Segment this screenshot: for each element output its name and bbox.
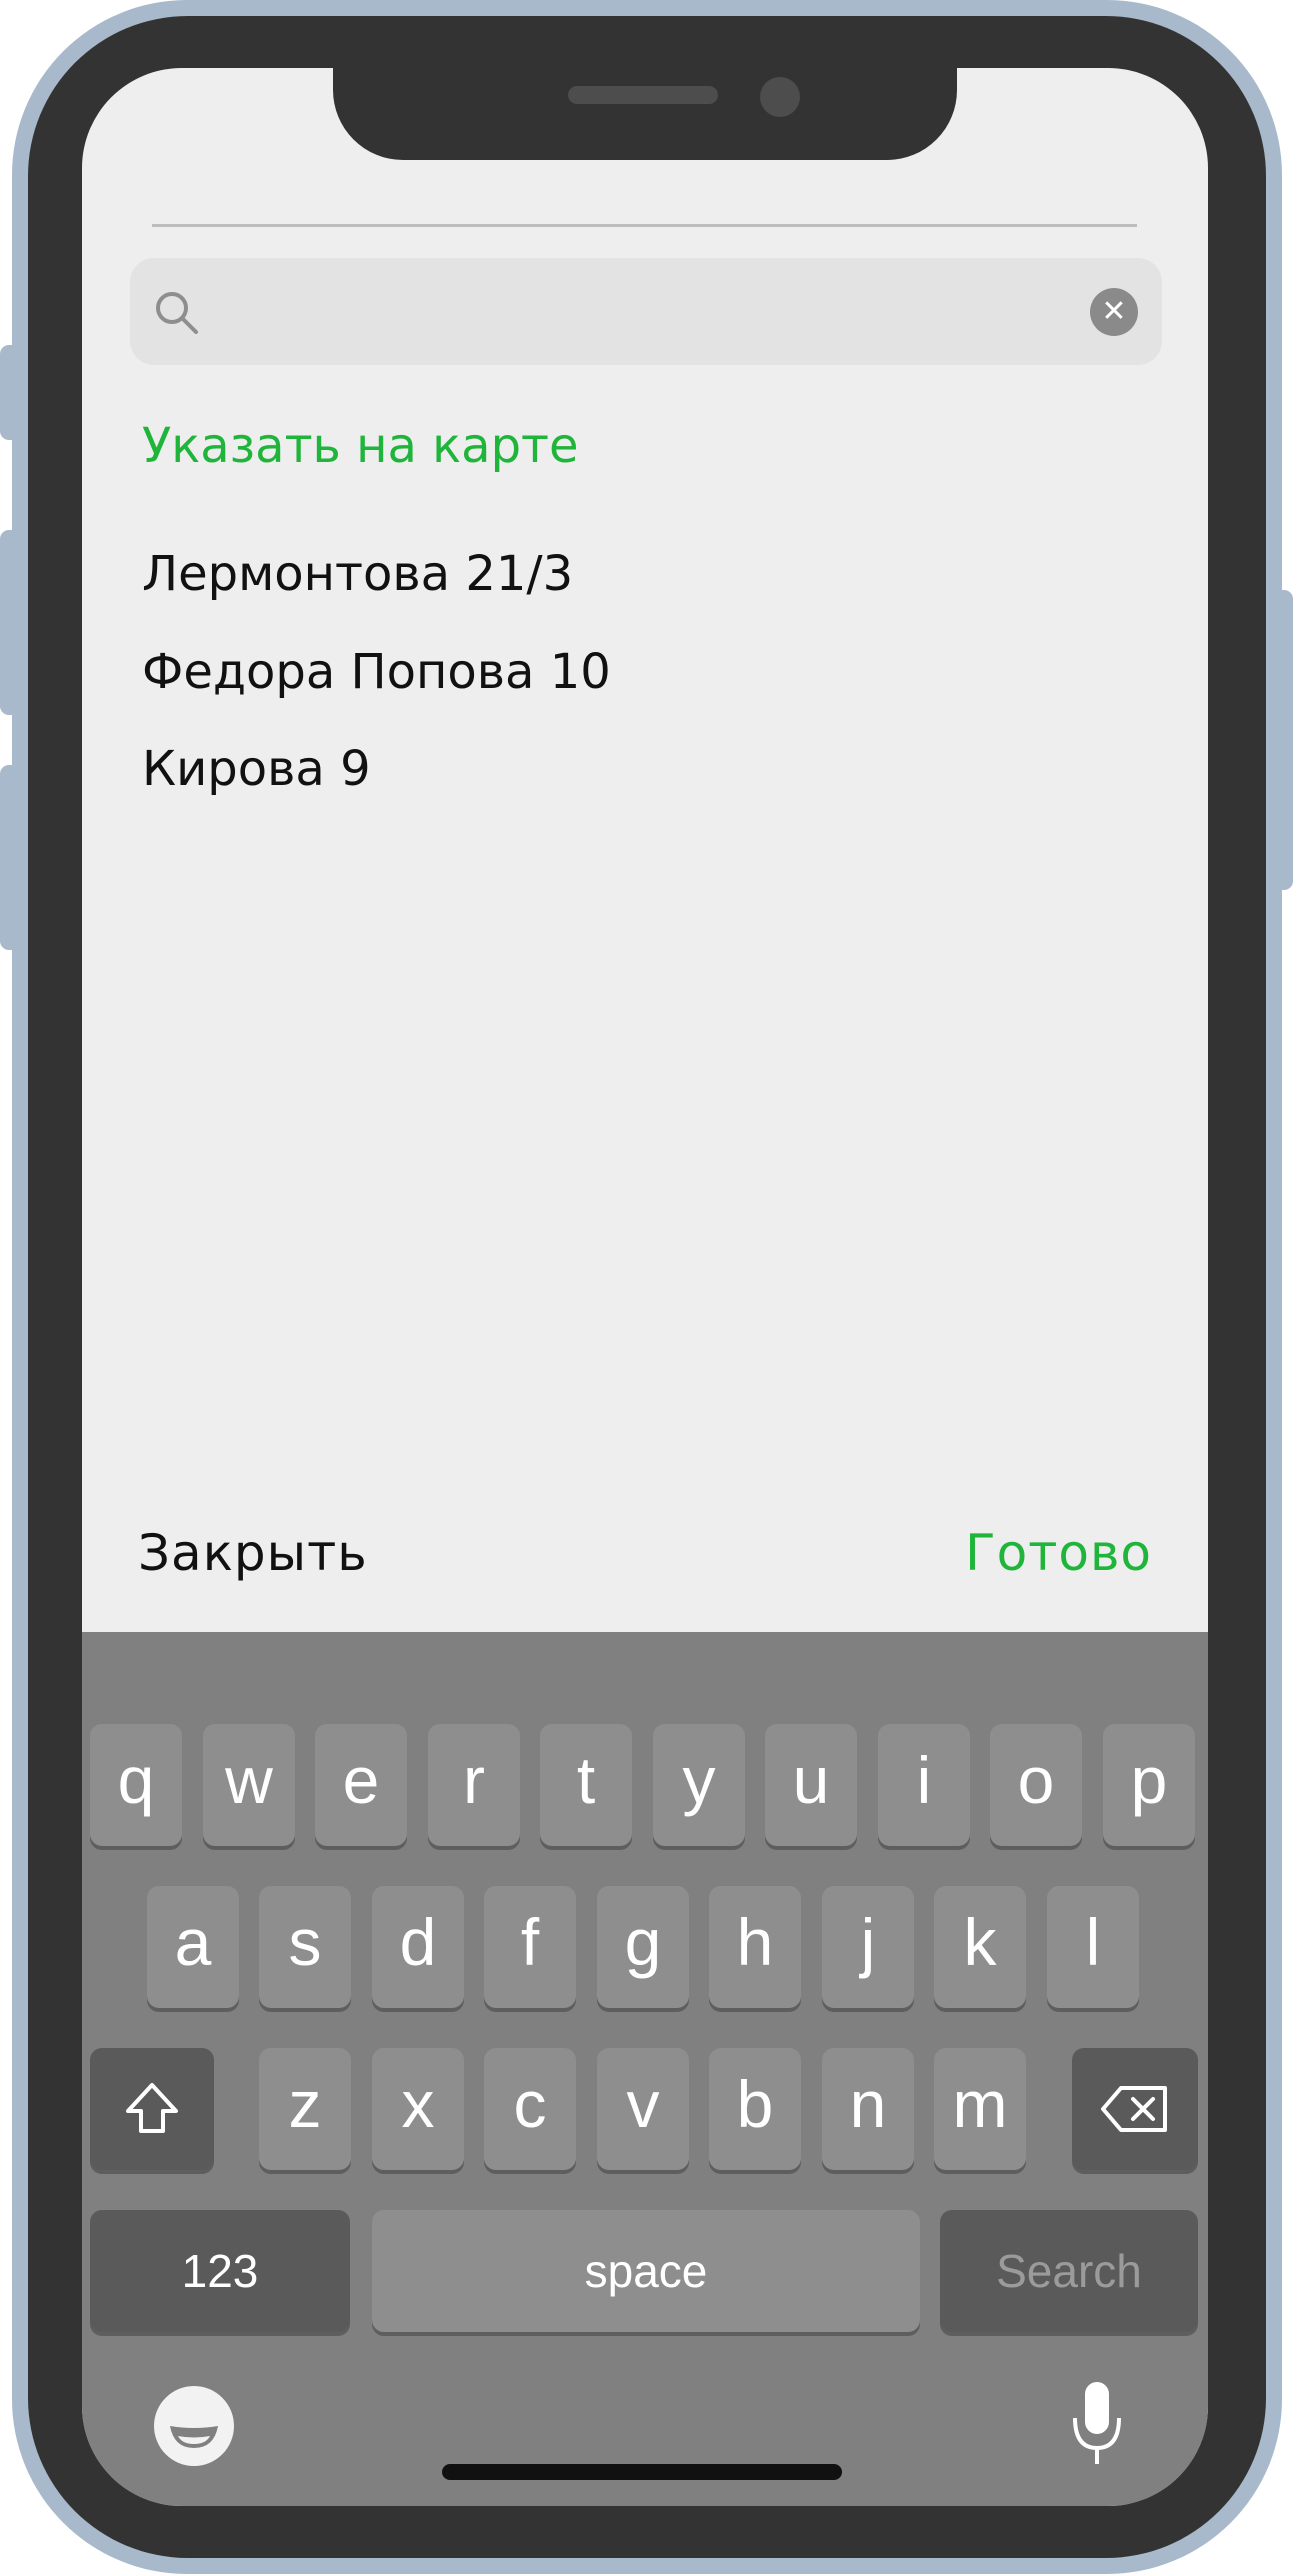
screen: ✕ Указать на карте Лермонтова 21/3 Федор…: [82, 68, 1208, 2506]
numbers-key[interactable]: 123: [90, 2210, 350, 2332]
key-d[interactable]: d: [372, 1886, 464, 2008]
shift-key[interactable]: [90, 2048, 214, 2170]
volume-up-button: [0, 530, 18, 715]
emoji-icon: [170, 2426, 218, 2448]
key-v[interactable]: v: [597, 2048, 689, 2170]
key-h[interactable]: h: [709, 1886, 801, 2008]
key-i[interactable]: i: [878, 1724, 970, 1846]
key-z[interactable]: z: [259, 2048, 351, 2170]
pick-on-map-link[interactable]: Указать на карте: [142, 418, 579, 474]
key-e[interactable]: e: [315, 1724, 407, 1846]
key-o[interactable]: o: [990, 1724, 1082, 1846]
notch: [333, 68, 957, 160]
volume-down-button: [0, 765, 18, 950]
key-y[interactable]: y: [653, 1724, 745, 1846]
mute-switch: [0, 345, 18, 440]
microphone-icon[interactable]: [1067, 2378, 1127, 2470]
search-key[interactable]: Search: [940, 2210, 1198, 2332]
address-item[interactable]: Кирова 9: [142, 741, 371, 797]
key-x[interactable]: x: [372, 2048, 464, 2170]
clear-icon[interactable]: ✕: [1090, 288, 1138, 336]
key-a[interactable]: a: [147, 1886, 239, 2008]
key-j[interactable]: j: [822, 1886, 914, 2008]
key-f[interactable]: f: [484, 1886, 576, 2008]
keyboard: q w e r t y u i o p a s d f g h j k l z …: [82, 1632, 1208, 2506]
top-divider: [152, 224, 1137, 227]
key-c[interactable]: c: [484, 2048, 576, 2170]
key-l[interactable]: l: [1047, 1886, 1139, 2008]
shift-icon: [126, 2083, 178, 2133]
key-b[interactable]: b: [709, 2048, 801, 2170]
key-w[interactable]: w: [203, 1724, 295, 1846]
backspace-key[interactable]: [1072, 2048, 1198, 2170]
power-button: [1275, 590, 1293, 890]
home-indicator[interactable]: [442, 2464, 842, 2480]
search-bar[interactable]: ✕: [130, 258, 1162, 365]
key-u[interactable]: u: [765, 1724, 857, 1846]
key-g[interactable]: g: [597, 1886, 689, 2008]
space-key[interactable]: space: [372, 2210, 920, 2332]
key-p[interactable]: p: [1103, 1724, 1195, 1846]
address-item[interactable]: Федора Попова 10: [142, 644, 611, 700]
front-camera: [760, 77, 800, 117]
done-button[interactable]: Готово: [965, 1524, 1152, 1582]
backspace-icon: [1101, 2086, 1167, 2132]
search-icon: [156, 292, 198, 334]
close-button[interactable]: Закрыть: [138, 1524, 368, 1582]
search-input[interactable]: [220, 278, 1064, 347]
key-k[interactable]: k: [934, 1886, 1026, 2008]
key-q[interactable]: q: [90, 1724, 182, 1846]
key-t[interactable]: t: [540, 1724, 632, 1846]
emoji-button[interactable]: [154, 2386, 234, 2466]
key-n[interactable]: n: [822, 2048, 914, 2170]
key-s[interactable]: s: [259, 1886, 351, 2008]
address-item[interactable]: Лермонтова 21/3: [142, 546, 573, 602]
speaker-grille: [568, 86, 718, 104]
key-m[interactable]: m: [934, 2048, 1026, 2170]
key-r[interactable]: r: [428, 1724, 520, 1846]
